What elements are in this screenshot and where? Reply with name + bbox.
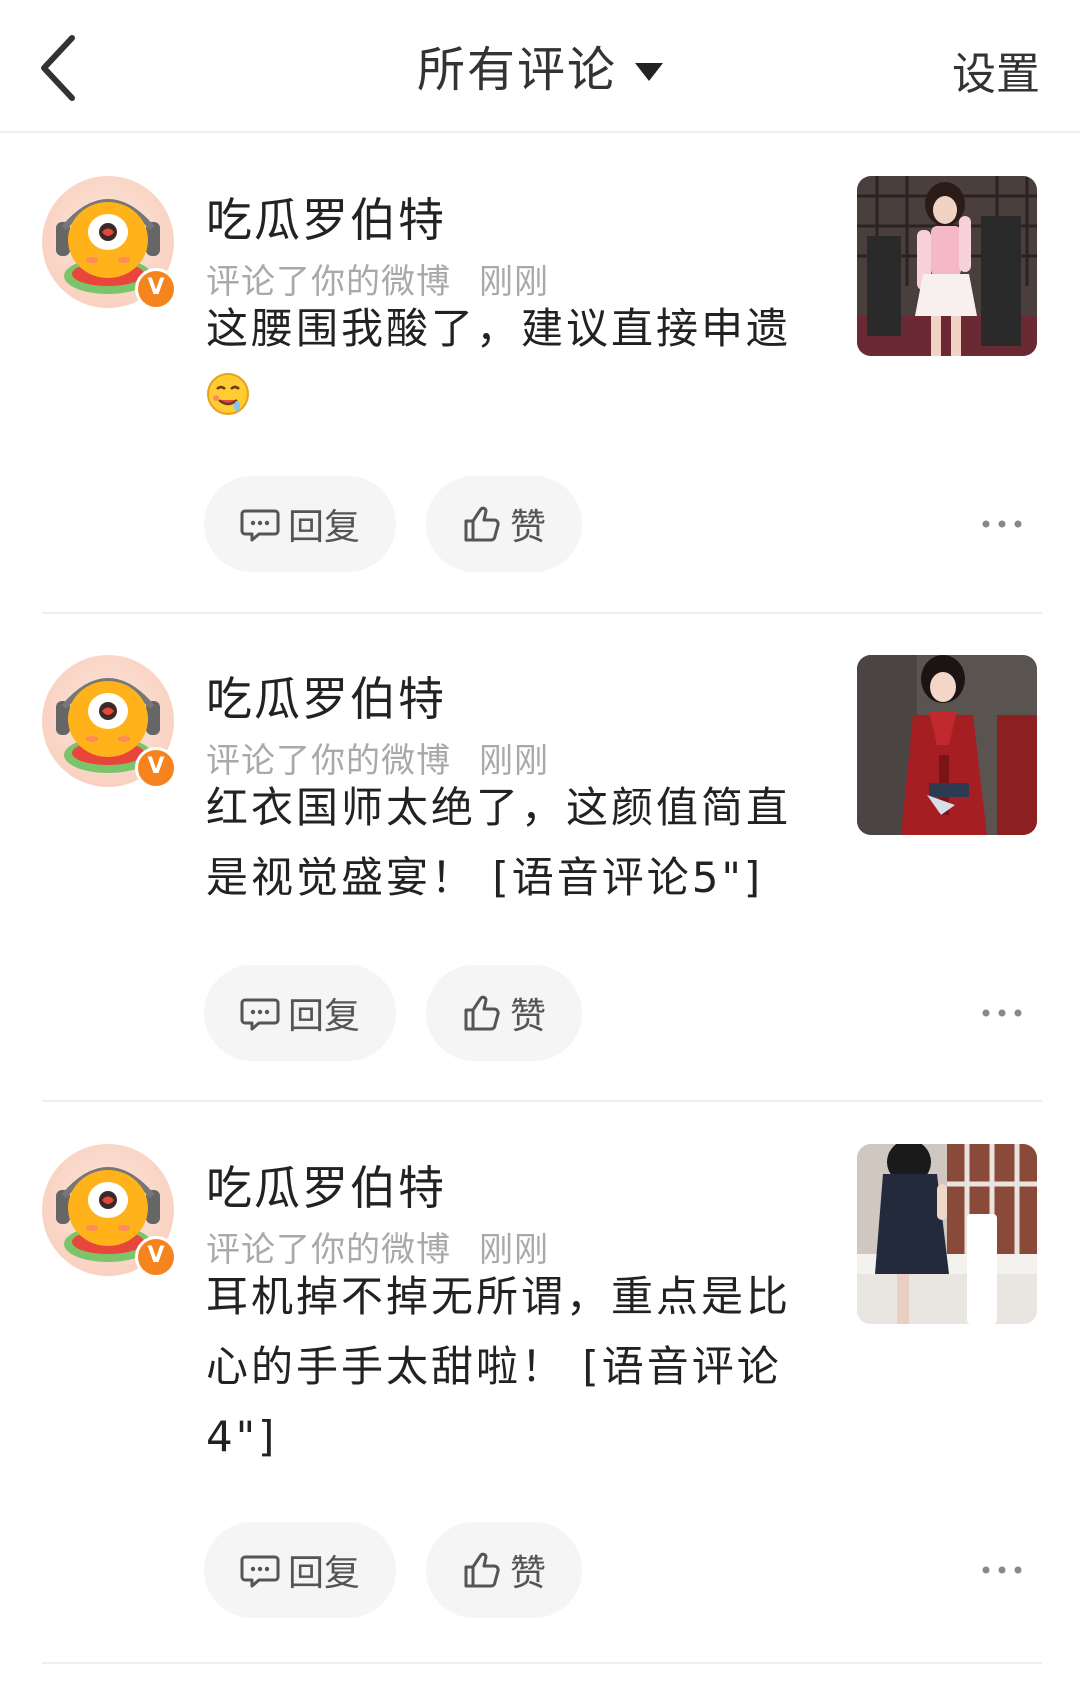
avatar[interactable]: V	[42, 655, 177, 789]
like-label: 赞	[509, 507, 546, 548]
drooling-face-emoji-icon	[206, 367, 250, 437]
page-title: 所有评论	[416, 42, 617, 98]
verified-badge-icon: V	[135, 1236, 177, 1278]
like-button[interactable]: 赞	[426, 965, 582, 1061]
like-button[interactable]: 赞	[426, 1522, 582, 1618]
like-button[interactable]: 赞	[426, 476, 582, 572]
avatar[interactable]: V	[42, 1144, 177, 1278]
comment-bubble-icon	[240, 1555, 280, 1588]
thumbs-up-icon	[464, 995, 500, 1031]
like-label: 赞	[509, 1553, 546, 1594]
reply-label: 回复	[287, 1553, 360, 1594]
more-dots-icon	[982, 520, 1022, 528]
more-options-button[interactable]	[980, 509, 1024, 539]
more-dots-icon	[982, 1009, 1022, 1017]
more-options-button[interactable]	[980, 998, 1024, 1028]
comment-text: 耳机掉不掉无所谓，重点是比心的手手太甜啦！ [语音评论4"]	[206, 1272, 792, 1461]
comment-filter-dropdown[interactable]: 所有评论	[0, 30, 1080, 101]
reply-label: 回复	[287, 507, 360, 548]
weibo-post-thumbnail[interactable]	[857, 176, 1037, 356]
reply-button[interactable]: 回复	[204, 476, 396, 572]
divider	[42, 612, 1042, 614]
reply-label: 回复	[287, 996, 360, 1037]
weibo-post-thumbnail[interactable]	[857, 655, 1037, 835]
comment-bubble-icon	[240, 509, 280, 542]
divider	[42, 1100, 1042, 1102]
username[interactable]: 吃瓜罗伯特	[206, 184, 446, 250]
reply-button[interactable]: 回复	[204, 1522, 396, 1618]
comment-text: 红衣国师太绝了，这颜值简直是视觉盛宴！ [语音评论5"]	[206, 783, 792, 902]
avatar[interactable]: V	[42, 176, 177, 310]
comment-bubble-icon	[240, 998, 280, 1031]
thumbs-up-icon	[464, 506, 500, 542]
like-label: 赞	[509, 996, 546, 1037]
more-dots-icon	[982, 1566, 1022, 1574]
username[interactable]: 吃瓜罗伯特	[206, 1152, 446, 1218]
thumbs-up-icon	[464, 1552, 500, 1588]
caret-down-icon	[635, 39, 663, 95]
verified-badge-icon: V	[135, 268, 177, 310]
reply-button[interactable]: 回复	[204, 965, 396, 1061]
comment-text: 这腰围我酸了，建议直接申遗	[206, 304, 792, 353]
username[interactable]: 吃瓜罗伯特	[206, 663, 446, 729]
top-nav-bar: 所有评论 设置	[0, 0, 1080, 133]
comment-text-block: 这腰围我酸了，建议直接申遗	[206, 294, 796, 437]
divider	[42, 1662, 1042, 1664]
settings-button[interactable]: 设置	[952, 38, 1040, 102]
weibo-post-thumbnail[interactable]	[857, 1144, 1037, 1324]
more-options-button[interactable]	[980, 1555, 1024, 1585]
verified-badge-icon: V	[135, 747, 177, 789]
